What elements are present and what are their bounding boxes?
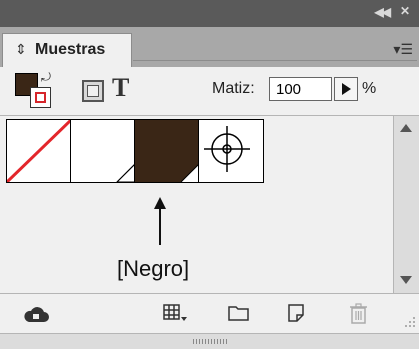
paper-swatch[interactable] (71, 120, 135, 182)
swap-arrows-icon[interactable]: ⤾ (41, 70, 51, 85)
formatting-text-button[interactable]: T (112, 75, 129, 101)
swatch-list (0, 115, 419, 294)
scroll-up-icon[interactable] (400, 124, 412, 132)
panel-menu-icon[interactable]: ▾☰ (393, 41, 413, 58)
vertical-scrollbar[interactable] (393, 116, 419, 294)
close-icon[interactable]: ✕ (400, 4, 410, 18)
annotation-label: [Negro] (117, 256, 190, 281)
registration-swatch[interactable] (199, 120, 263, 182)
bottom-toolbar (0, 293, 419, 333)
panel-resize-handle[interactable] (193, 339, 229, 344)
none-swatch[interactable] (7, 120, 71, 182)
none-swatch-icon (7, 120, 70, 182)
tab-divider (133, 60, 417, 61)
trash-icon[interactable] (348, 303, 370, 325)
formatting-container-button[interactable] (82, 80, 104, 102)
black-swatch[interactable] (135, 120, 199, 182)
resize-grip-icon[interactable] (402, 316, 416, 330)
paper-swatch-icon (71, 120, 134, 182)
stroke-color-swatch[interactable] (30, 87, 51, 108)
scroll-down-icon[interactable] (400, 276, 412, 284)
tint-unit: % (362, 80, 377, 97)
sort-arrows-icon: ⇕ (15, 41, 27, 57)
swatches-panel: ◀◀ ✕ ⇕ Muestras ▾☰ ⤾ T Matiz: % (0, 0, 419, 349)
swatch-controls: ⤾ T Matiz: % (0, 67, 419, 115)
double-chevron-left-icon[interactable]: ◀◀ (375, 5, 392, 19)
annotation-arrow-icon (154, 197, 166, 245)
tint-slider-toggle[interactable] (334, 77, 358, 101)
tab-row: ⇕ Muestras ▾☰ (0, 27, 419, 67)
tint-input[interactable] (269, 77, 332, 101)
panel-title-bar: ◀◀ ✕ (0, 0, 419, 27)
panel-footer (0, 333, 419, 349)
grid-view-icon[interactable] (163, 303, 189, 323)
new-swatch-icon[interactable] (286, 303, 308, 323)
tab-label: Muestras (35, 41, 106, 58)
registration-icon (199, 120, 263, 182)
tab-swatches[interactable]: ⇕ Muestras (2, 33, 132, 67)
black-swatch-icon (135, 120, 198, 182)
swatch-grid (6, 119, 264, 183)
cloud-icon[interactable] (22, 305, 50, 323)
folder-icon[interactable] (227, 303, 251, 323)
tint-label: Matiz: (212, 80, 255, 97)
